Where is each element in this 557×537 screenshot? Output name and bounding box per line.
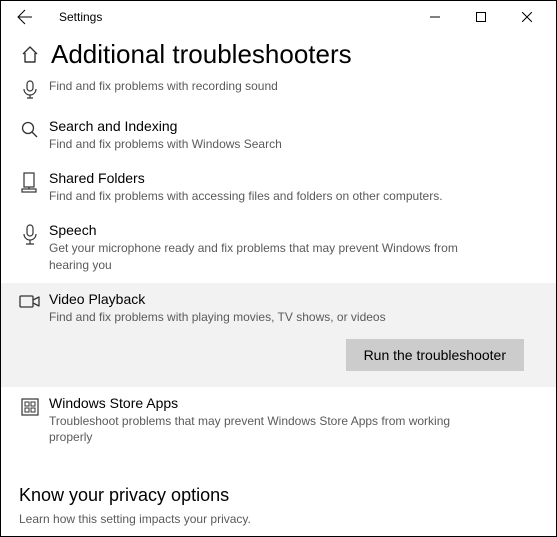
item-title: Video Playback [49,291,540,307]
troubleshooter-item-windows-store-apps[interactable]: Windows Store Apps Troubleshoot problems… [1,387,556,455]
back-button[interactable] [13,5,37,29]
page-header: Additional troubleshooters [1,33,556,78]
item-title: Search and Indexing [49,118,540,134]
home-icon[interactable] [19,44,41,66]
troubleshooter-item-search-indexing[interactable]: Search and Indexing Find and fix problem… [1,110,556,162]
item-title: Speech [49,222,540,238]
item-desc: Find and fix problems with accessing fil… [49,188,479,204]
close-button[interactable] [504,1,550,33]
item-desc: Troubleshoot problems that may prevent W… [49,413,479,445]
privacy-section: Know your privacy options Learn how this… [19,485,538,526]
privacy-text: Learn how this setting impacts your priv… [19,512,538,526]
microphone-icon [15,78,45,100]
item-title: Shared Folders [49,170,540,186]
item-desc: Find and fix problems with playing movie… [49,309,479,325]
maximize-button[interactable] [458,1,504,33]
minimize-button[interactable] [412,1,458,33]
search-icon [15,118,45,152]
page-title: Additional troubleshooters [51,39,352,70]
titlebar: Settings [1,1,556,33]
store-apps-icon [15,395,45,445]
privacy-heading: Know your privacy options [19,485,538,506]
troubleshooter-item-video-playback[interactable]: Video Playback Find and fix problems wit… [1,283,556,387]
item-desc: Find and fix problems with Windows Searc… [49,136,479,152]
troubleshooter-item-recording-audio[interactable]: Recording Audio Find and fix problems wi… [1,78,556,110]
item-desc: Get your microphone ready and fix proble… [49,240,479,272]
item-desc: Find and fix problems with recording sou… [49,78,479,94]
shared-folder-icon [15,170,45,204]
window-controls [412,1,550,33]
troubleshooter-item-speech[interactable]: Speech Get your microphone ready and fix… [1,214,556,282]
troubleshooter-list: Recording Audio Find and fix problems wi… [1,78,556,455]
troubleshooter-item-shared-folders[interactable]: Shared Folders Find and fix problems wit… [1,162,556,214]
run-troubleshooter-button[interactable]: Run the troubleshooter [346,339,524,371]
item-title: Windows Store Apps [49,395,540,411]
video-icon [15,291,45,371]
app-title: Settings [59,10,102,24]
microphone-icon [15,222,45,272]
